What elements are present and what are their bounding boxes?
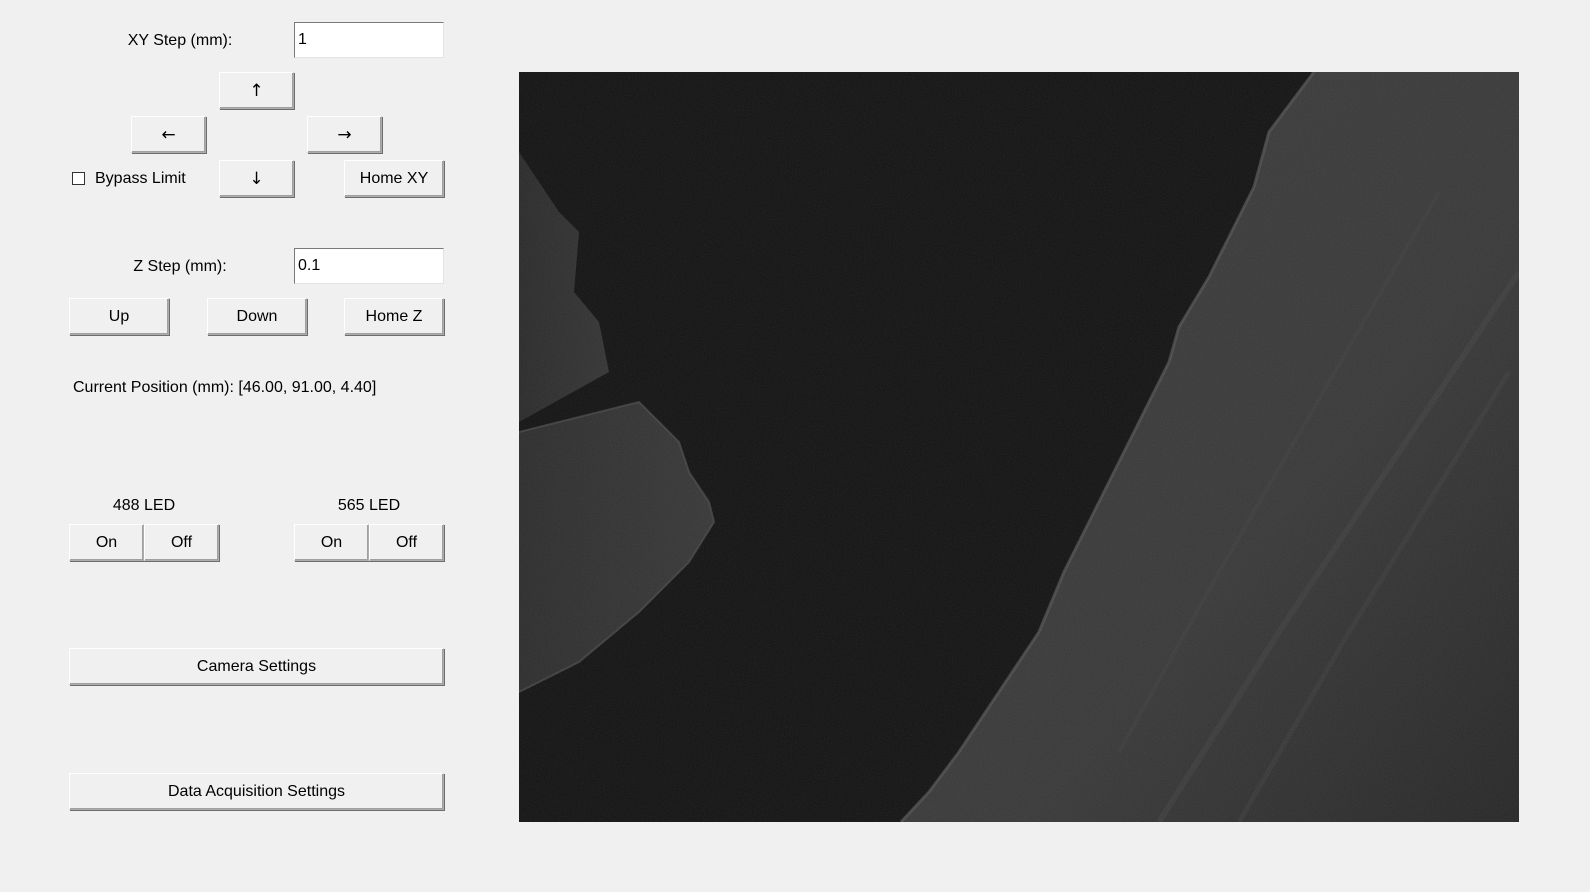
arrow-right-icon: → [337, 124, 352, 145]
led-488-on-button[interactable]: On [69, 524, 144, 561]
z-step-label: Z Step (mm): [133, 258, 227, 275]
home-z-button[interactable]: Home Z [344, 298, 444, 335]
current-position-readout: Current Position (mm): [46.00, 91.00, 4.… [73, 379, 377, 396]
z-up-button[interactable]: Up [69, 298, 169, 335]
app-window: XY Step (mm): ↑ ← → ↓ Bypass Limit Home … [0, 0, 1590, 892]
led-565-on-button[interactable]: On [294, 524, 369, 561]
camera-image-view [519, 72, 1519, 822]
data-acquisition-settings-button[interactable]: Data Acquisition Settings [69, 773, 444, 810]
move-down-button[interactable]: ↓ [219, 160, 294, 197]
xy-step-input[interactable] [294, 22, 444, 58]
bypass-limit-checkbox[interactable] [72, 172, 85, 185]
z-step-input[interactable] [294, 248, 444, 284]
xy-step-label: XY Step (mm): [127, 32, 233, 49]
led-488-off-button[interactable]: Off [144, 524, 219, 561]
home-xy-button[interactable]: Home XY [344, 160, 444, 197]
move-right-button[interactable]: → [307, 116, 382, 153]
led-565-title: 565 LED [337, 497, 401, 514]
led-565-off-button[interactable]: Off [369, 524, 444, 561]
move-left-button[interactable]: ← [131, 116, 206, 153]
arrow-left-icon: ← [161, 124, 176, 145]
led-488-title: 488 LED [112, 497, 176, 514]
arrow-up-icon: ↑ [249, 80, 264, 101]
microscope-image [519, 72, 1519, 822]
z-down-button[interactable]: Down [207, 298, 307, 335]
move-up-button[interactable]: ↑ [219, 72, 294, 109]
bypass-limit-label: Bypass Limit [95, 170, 186, 187]
arrow-down-icon: ↓ [249, 168, 264, 189]
camera-settings-button[interactable]: Camera Settings [69, 648, 444, 685]
